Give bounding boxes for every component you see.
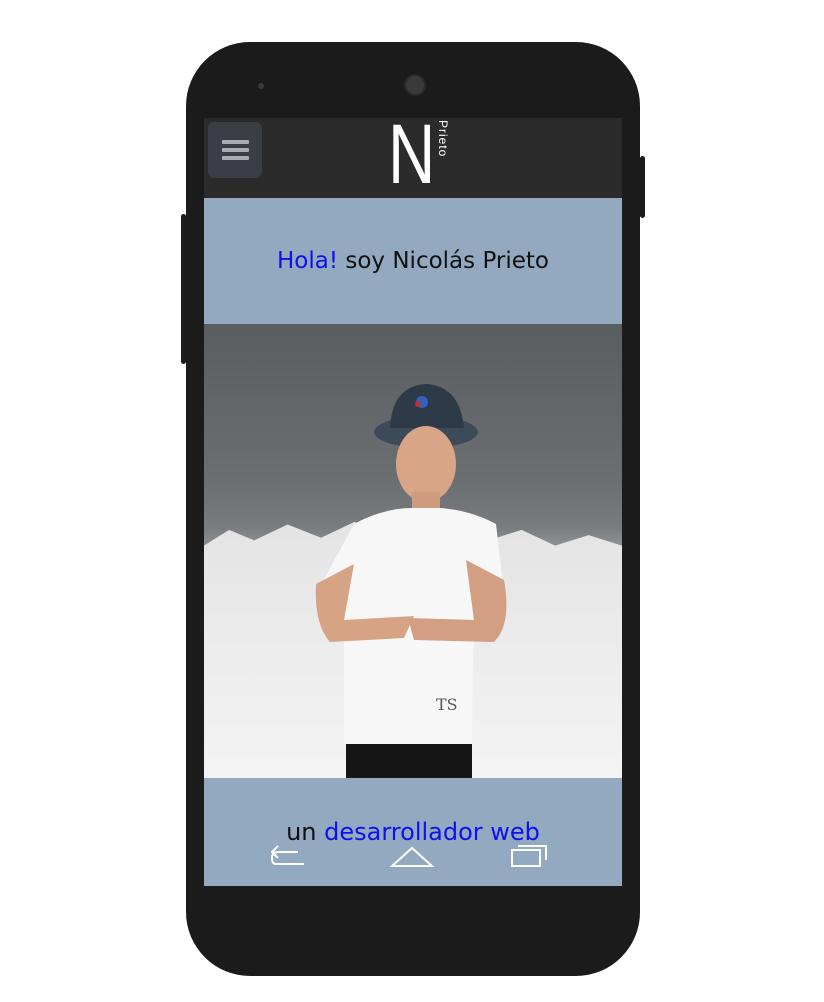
hat-crown xyxy=(390,384,464,428)
proximity-sensor xyxy=(258,83,264,89)
top-navigation-bar: N Prieto xyxy=(204,118,622,198)
greeting-hello: Hola! xyxy=(276,248,339,274)
hamburger-line xyxy=(221,148,249,152)
hamburger-menu-icon xyxy=(221,140,249,144)
profile-photo: TS xyxy=(204,324,622,778)
person-silhouette: TS xyxy=(315,384,507,778)
front-camera xyxy=(404,74,426,96)
logo-subtext: Prieto xyxy=(436,120,450,158)
android-nav-bar xyxy=(204,842,622,878)
home-icon[interactable] xyxy=(388,842,436,870)
shirt-logo: TS xyxy=(436,695,458,714)
hat-pin-accent xyxy=(415,401,421,407)
hamburger-line xyxy=(221,156,249,160)
pants xyxy=(346,744,472,778)
phone-frame: N Prieto Hola! soy Nicolás Prieto TS un … xyxy=(181,42,645,976)
site-logo[interactable]: N Prieto xyxy=(388,118,450,201)
greeting-heading: Hola! soy Nicolás Prieto xyxy=(204,198,622,324)
face xyxy=(396,426,456,502)
back-icon[interactable] xyxy=(268,842,312,870)
volume-button xyxy=(181,214,186,364)
recents-icon[interactable] xyxy=(508,842,552,870)
phone-screen: N Prieto Hola! soy Nicolás Prieto TS un … xyxy=(204,118,622,886)
logo-letter: N xyxy=(388,118,436,201)
greeting-name: soy Nicolás Prieto xyxy=(338,248,549,274)
power-button xyxy=(640,156,645,218)
menu-button[interactable] xyxy=(208,122,262,178)
